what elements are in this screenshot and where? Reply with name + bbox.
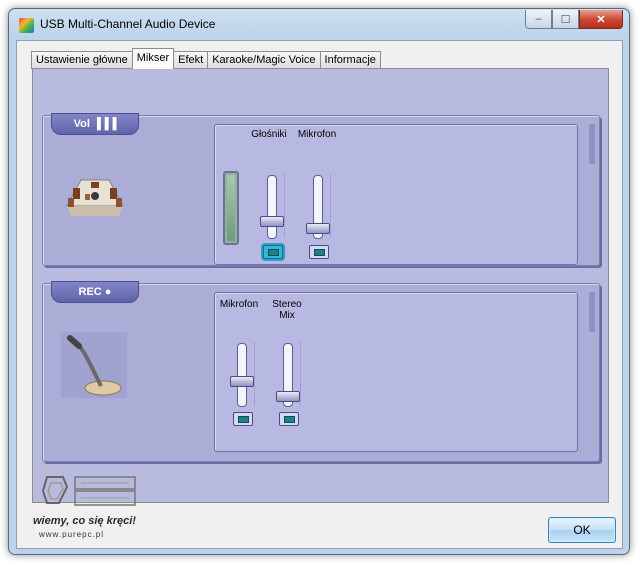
stereo-mix-label: Stereo Mix <box>272 299 302 321</box>
output-level-meter <box>223 171 239 245</box>
mic-playback-volume-slider[interactable] <box>306 175 346 241</box>
playback-panel: Vol ▐▐▐ Głośniki Mikrofon <box>42 113 600 266</box>
rec-mic-select-button[interactable] <box>233 412 253 426</box>
speakers-label: Głośniki <box>251 129 287 140</box>
slider-track <box>237 343 247 407</box>
record-header: REC ● <box>51 281 139 303</box>
mic-label: Mikrofon <box>297 129 337 140</box>
microphone-stand-icon <box>61 332 127 398</box>
title-bar[interactable]: USB Multi-Channel Audio Device – ☐ ✕ <box>9 9 629 39</box>
maximize-button[interactable]: ☐ <box>552 10 579 29</box>
tab-information[interactable]: Informacje <box>319 51 381 69</box>
logo-slogan: wiemy, co się kręci! <box>33 515 136 527</box>
panel-scroll-handle[interactable] <box>589 292 595 332</box>
stereo-mix-slider-knob[interactable] <box>276 391 300 403</box>
slider-track <box>267 175 277 239</box>
speakers-volume-slider[interactable] <box>260 175 300 241</box>
tab-mixer[interactable]: Mikser <box>131 48 175 69</box>
slider-ticks <box>300 343 311 405</box>
rec-mic-volume-slider[interactable] <box>230 343 270 409</box>
mic-playback-mute-button[interactable] <box>309 245 329 259</box>
mixer-page: Vol ▐▐▐ Głośniki Mikrofon REC ● Mikrofon… <box>32 68 609 503</box>
tab-strip: Ustawienie główne Mikser Efekt Karaoke/M… <box>31 48 381 69</box>
speakers-slider-knob[interactable] <box>260 215 284 227</box>
slider-ticks <box>330 175 341 237</box>
app-window: USB Multi-Channel Audio Device – ☐ ✕ Ust… <box>8 8 630 555</box>
slider-ticks <box>284 175 295 237</box>
close-button[interactable]: ✕ <box>579 10 623 29</box>
rec-mic-slider-knob[interactable] <box>230 376 254 388</box>
mute-led <box>268 249 279 256</box>
purepc-logo <box>41 476 136 506</box>
tab-effect[interactable]: Efekt <box>173 51 209 69</box>
minimize-button[interactable]: – <box>525 10 552 29</box>
tab-main-settings[interactable]: Ustawienie główne <box>31 51 133 69</box>
stereo-mix-select-button[interactable] <box>279 412 299 426</box>
record-channels: Mikrofon Stereo Mix <box>214 292 578 452</box>
mute-led <box>314 249 325 256</box>
ok-button[interactable]: OK <box>548 517 616 543</box>
select-led <box>238 416 249 423</box>
record-panel: REC ● Mikrofon Stereo Mix <box>42 281 600 462</box>
mic-playback-slider-knob[interactable] <box>306 223 330 235</box>
speakers-room-icon <box>66 179 124 216</box>
window-title: USB Multi-Channel Audio Device <box>40 17 216 31</box>
playback-channels: Głośniki Mikrofon <box>214 124 578 265</box>
speakers-mute-button[interactable] <box>263 245 283 259</box>
logo-url: www.purepc.pl <box>39 530 105 539</box>
tab-karaoke[interactable]: Karaoke/Magic Voice <box>207 51 321 69</box>
select-led <box>284 416 295 423</box>
rec-mic-label: Mikrofon <box>219 299 259 310</box>
slider-ticks <box>254 343 265 405</box>
caption-buttons: – ☐ ✕ <box>525 10 623 29</box>
stereo-mix-volume-slider[interactable] <box>276 343 316 409</box>
panel-scroll-handle[interactable] <box>589 124 595 164</box>
dialog-client: Ustawienie główne Mikser Efekt Karaoke/M… <box>16 40 623 549</box>
app-icon <box>19 18 34 33</box>
playback-header: Vol ▐▐▐ <box>51 113 139 135</box>
